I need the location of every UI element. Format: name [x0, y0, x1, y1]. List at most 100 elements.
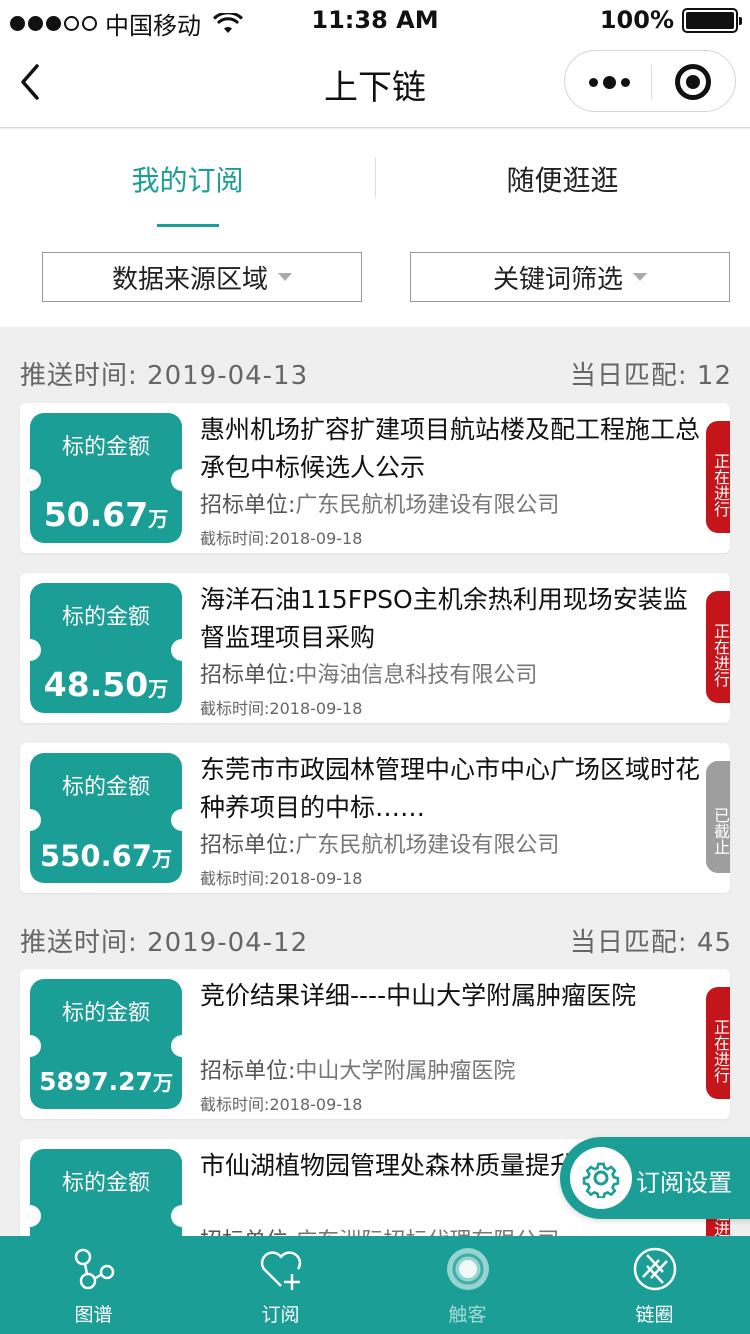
battery-percent: 100%	[599, 6, 674, 34]
caret-down-icon	[633, 273, 647, 281]
amount-value: 50.67万	[30, 495, 182, 534]
amount-value: 48.50万	[30, 665, 182, 704]
deadline-value: 2018-09-18	[269, 699, 363, 718]
keyword-filter-label: 关键词筛选	[492, 264, 623, 295]
org-name: 中海油信息科技有限公司	[295, 663, 538, 688]
tender-deadline: 截标时间:2018-09-18	[200, 1091, 362, 1115]
push-date-value: 2019-04-12	[147, 928, 309, 958]
tender-title: 惠州机场扩容扩建项目航站楼及配工程施工总承包中标候选人公示	[200, 415, 700, 482]
subscription-settings-label: 订阅设置	[636, 1169, 732, 1197]
amount-box: 标的金额 50.67万	[20, 413, 193, 543]
tabbar-label: 触客	[448, 1304, 487, 1326]
battery-info: 100%	[599, 6, 742, 34]
tender-title: 东莞市市政园林管理中心市中心广场区域时花种养项目的中标……	[200, 755, 700, 822]
org-label: 招标单位:	[200, 1059, 296, 1084]
amount-box: 标的金额 5897.27万	[20, 979, 193, 1109]
tab-my-subscriptions[interactable]: 我的订阅	[0, 159, 375, 199]
tender-org: 招标单位:中山大学附属肿瘤医院	[200, 1053, 515, 1085]
capsule-divider	[651, 65, 652, 99]
tender-deadline: 截标时间:2018-09-18	[200, 865, 362, 889]
amount-box: 标的金额 550.67万	[20, 753, 193, 883]
tabbar-item-subscribe[interactable]: 订阅	[187, 1236, 374, 1334]
deadline-value: 2018-09-18	[269, 869, 363, 888]
tender-org: 招标单位:广东民航机场建设有限公司	[200, 827, 559, 859]
match-label: 当日匹配:	[569, 928, 688, 958]
amount-label: 标的金额	[61, 1001, 150, 1026]
tabbar-label: 图谱	[74, 1304, 113, 1326]
region-filter-dropdown[interactable]: 数据来源区域	[42, 252, 362, 302]
org-label: 招标单位:	[200, 493, 296, 518]
tender-card[interactable]: 标的金额 48.50万 海洋石油115FPSO主机余热利用现场安装监督监理项目采…	[20, 573, 730, 723]
tabbar-label: 链圈	[635, 1304, 674, 1326]
push-date-value: 2019-04-13	[147, 361, 309, 391]
amount-value: 550.67万	[30, 839, 182, 873]
status-badge: 正在进行	[706, 591, 730, 703]
daily-match: 当日匹配: 12	[570, 355, 732, 392]
mini-program-capsule	[564, 50, 736, 112]
push-date-label: 推送时间:	[20, 928, 138, 958]
deadline-value: 2018-09-18	[269, 1095, 363, 1114]
tabbar-item-graph[interactable]: 图谱	[0, 1236, 187, 1334]
amount-box: 标的金额 48.50万	[20, 583, 193, 713]
deadline-label: 截标时间:	[200, 529, 270, 548]
amount-label: 标的金额	[61, 435, 150, 460]
tender-org: 招标单位:中海油信息科技有限公司	[200, 657, 537, 689]
subscription-tabs: 我的订阅 随便逛逛	[0, 129, 750, 228]
section-header: 推送时间: 2019-04-13 当日匹配: 12	[20, 355, 732, 395]
section-header: 推送时间: 2019-04-12 当日匹配: 45	[20, 922, 732, 962]
tender-deadline: 截标时间:2018-09-18	[200, 695, 362, 719]
tabbar-item-chain-circle[interactable]: 链圈	[561, 1236, 748, 1334]
aperture-icon	[633, 1247, 677, 1291]
push-date: 推送时间: 2019-04-13	[20, 355, 308, 392]
amount-unit: 万	[148, 507, 169, 531]
tender-title: 竞价结果详细----中山大学附属肿瘤医院	[200, 981, 637, 1010]
deadline-label: 截标时间:	[200, 699, 270, 718]
amount-number: 50.67	[43, 495, 149, 534]
amount-value: 5897.27万	[30, 1067, 182, 1096]
bottom-tab-bar: 图谱 订阅 触客 链圈	[0, 1236, 750, 1334]
status-badge: 已截止	[706, 761, 730, 873]
tender-org: 招标单位:广东民航机场建设有限公司	[200, 487, 559, 519]
more-options-icon[interactable]	[589, 69, 633, 95]
battery-icon	[682, 7, 742, 33]
org-label: 招标单位:	[200, 663, 296, 688]
deadline-value: 2018-09-18	[269, 529, 363, 548]
subscription-settings-button[interactable]: 订阅设置	[560, 1137, 750, 1219]
tabbar-item-touch[interactable]: 触客	[374, 1236, 561, 1334]
tender-card[interactable]: 标的金额 550.67万 东莞市市政园林管理中心市中心广场区域时花种养项目的中标…	[20, 743, 730, 893]
org-label: 招标单位:	[200, 833, 296, 858]
tender-deadline: 截标时间:2018-09-18	[200, 525, 362, 549]
amount-label: 标的金额	[61, 1171, 150, 1196]
caret-down-icon	[278, 273, 292, 281]
close-program-icon[interactable]	[675, 64, 711, 100]
daily-match: 当日匹配: 45	[570, 922, 732, 959]
org-name: 广东民航机场建设有限公司	[295, 833, 560, 858]
amount-label: 标的金额	[61, 605, 150, 630]
tender-card[interactable]: 标的金额 50.67万 惠州机场扩容扩建项目航站楼及配工程施工总承包中标候选人公…	[20, 403, 730, 553]
target-icon	[447, 1248, 489, 1290]
status-badge: 正在进行	[706, 987, 730, 1099]
tabbar-label: 订阅	[261, 1304, 300, 1326]
deadline-label: 截标时间:	[200, 869, 270, 888]
push-date: 推送时间: 2019-04-12	[20, 922, 308, 959]
region-filter-label: 数据来源区域	[111, 264, 268, 295]
tender-card[interactable]: 标的金额 5897.27万 竞价结果详细----中山大学附属肿瘤医院 招标单位:…	[20, 969, 730, 1119]
match-label: 当日匹配:	[569, 361, 688, 391]
status-badge: 正在进行	[706, 421, 730, 533]
org-name: 中山大学附属肿瘤医院	[295, 1059, 516, 1084]
amount-unit: 万	[151, 847, 172, 871]
amount-number: 5897.27	[39, 1067, 153, 1096]
gear-icon	[582, 1162, 620, 1198]
tab-browse[interactable]: 随便逛逛	[375, 159, 750, 199]
heart-plus-icon	[260, 1251, 302, 1290]
push-date-label: 推送时间:	[20, 361, 138, 391]
match-count: 45	[696, 928, 732, 958]
graph-icon	[74, 1248, 115, 1290]
org-name: 广东民航机场建设有限公司	[295, 493, 560, 518]
amount-number: 550.67	[40, 839, 152, 873]
navigation-bar: 上下链	[0, 40, 750, 128]
keyword-filter-dropdown[interactable]: 关键词筛选	[410, 252, 730, 302]
gear-icon-container	[570, 1147, 632, 1209]
amount-unit: 万	[152, 1071, 173, 1095]
amount-unit: 万	[148, 677, 169, 701]
